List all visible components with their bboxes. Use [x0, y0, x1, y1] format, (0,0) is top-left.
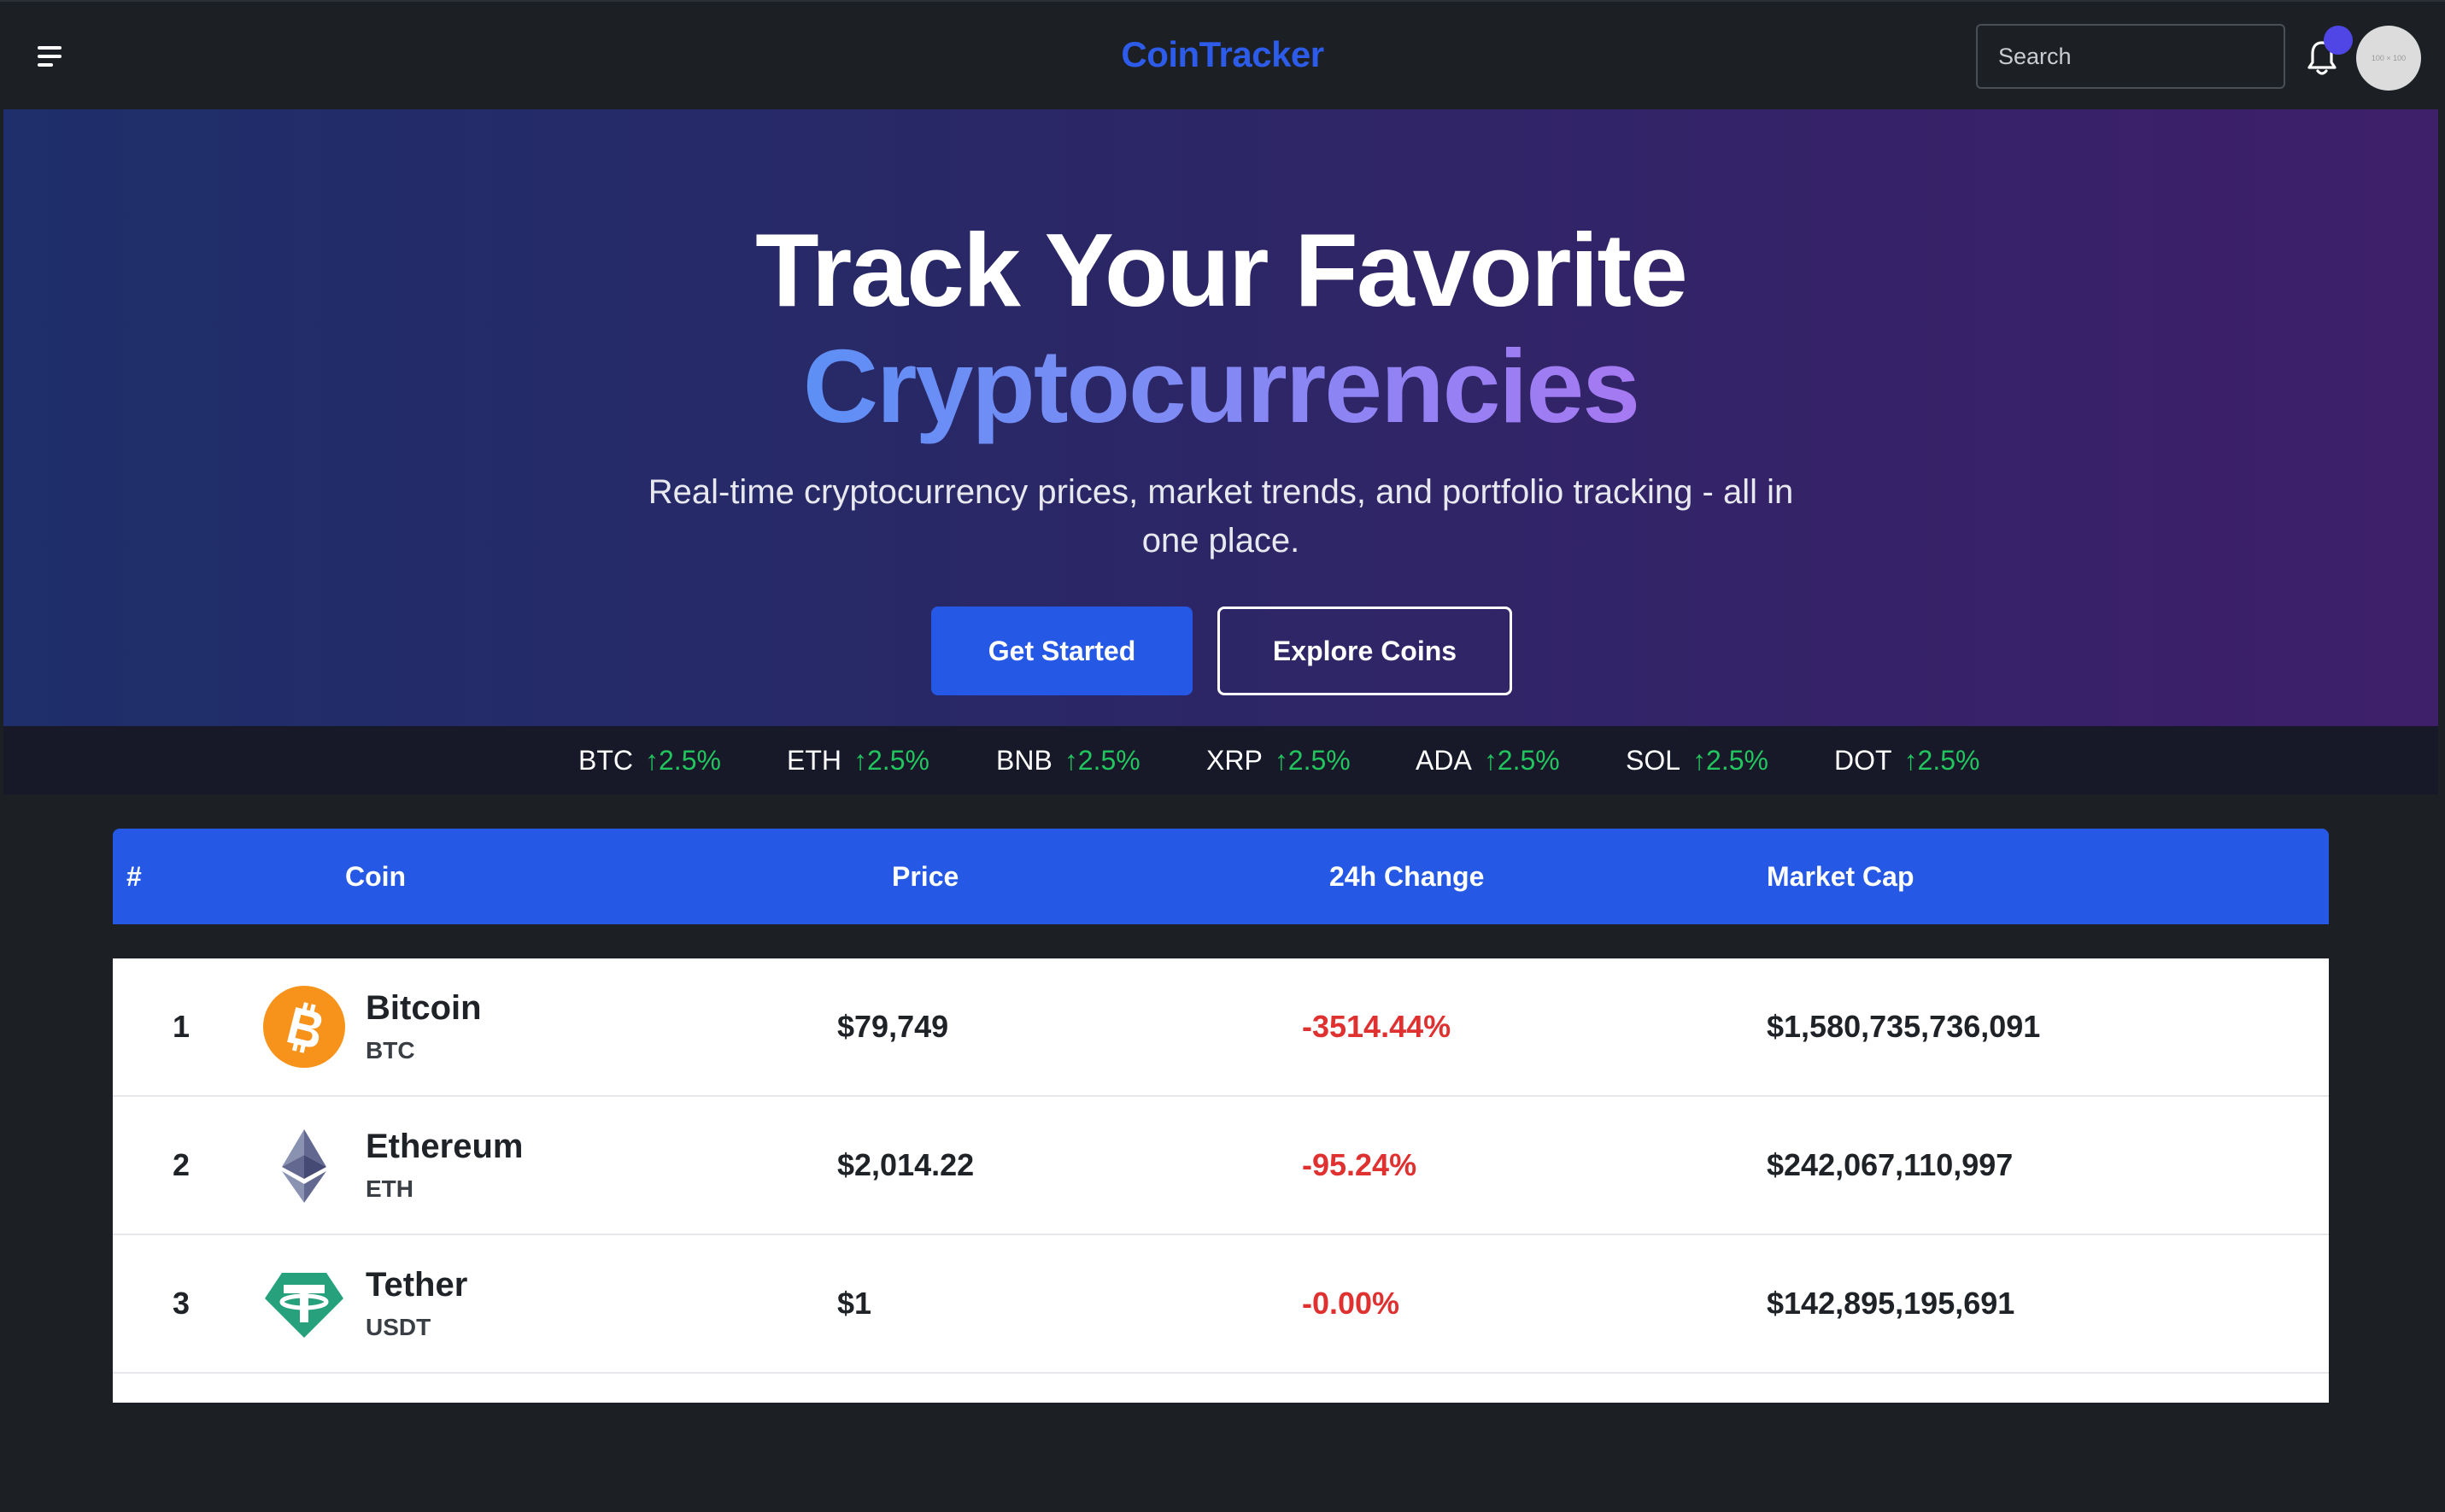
column-header-price[interactable]: Price	[892, 829, 959, 924]
hero-title-line1: Track Your Favorite	[755, 212, 1688, 328]
top-navbar: CoinTracker 100 × 100	[0, 0, 2445, 109]
ticker-item[interactable]: XRP ↑2.5%	[1206, 726, 1351, 794]
ticker-symbol: DOT	[1834, 745, 1892, 776]
ticker-item[interactable]: BNB ↑2.5%	[996, 726, 1140, 794]
table-row[interactable]: 3 Tether USDT $1 -0.00% $142,895,195,691	[113, 1235, 2329, 1374]
bitcoin-icon	[263, 986, 345, 1068]
coin-name: Bitcoin	[366, 989, 482, 1027]
coin-symbol: BTC	[366, 1037, 415, 1064]
coin-table-body: 1 Bitcoin BTC $79,749 -3514.44% $1,580,7…	[113, 958, 2329, 1403]
change-cell: -3514.44%	[1302, 1009, 1451, 1044]
coin-symbol: USDT	[366, 1314, 431, 1340]
price-cell: $1	[837, 1286, 872, 1321]
ticker-item[interactable]: SOL ↑2.5%	[1626, 726, 1768, 794]
hero-subtitle: Real-time cryptocurrency prices, market …	[648, 473, 1794, 560]
avatar-placeholder-text: 100 × 100	[2371, 54, 2407, 62]
ticker-change: ↑2.5%	[1692, 745, 1768, 776]
ethereum-icon	[282, 1129, 326, 1203]
app-logo[interactable]: CoinTracker	[1121, 34, 1324, 74]
ticker-item[interactable]: ETH ↑2.5%	[787, 726, 929, 794]
rank-cell: 1	[173, 1009, 191, 1044]
coin-symbol: ETH	[366, 1175, 413, 1202]
market-cap-cell: $1,580,735,736,091	[1767, 1009, 2041, 1044]
ticker-change: ↑2.5%	[853, 745, 929, 776]
ticker-symbol: SOL	[1626, 745, 1681, 776]
search-input[interactable]	[1976, 24, 2285, 89]
explore-coins-button[interactable]: Explore Coins	[1217, 607, 1512, 695]
ticker-symbol: ETH	[787, 745, 841, 776]
rank-cell: 2	[173, 1147, 191, 1182]
hero-section: Track Your Favorite Cryptocurrencies Rea…	[3, 109, 2438, 794]
column-header-change[interactable]: 24h Change	[1329, 829, 1484, 924]
coin-name: Ethereum	[366, 1128, 524, 1165]
column-header-rank[interactable]: #	[126, 829, 142, 924]
ticker-symbol: ADA	[1416, 745, 1472, 776]
hero-title: Track Your Favorite Cryptocurrencies	[3, 212, 2438, 444]
ticker-symbol: BNB	[996, 745, 1052, 776]
column-header-coin[interactable]: Coin	[345, 829, 406, 924]
hero-title-line2: Cryptocurrencies	[802, 328, 1640, 444]
menu-icon[interactable]	[34, 43, 65, 70]
ticker-change: ↑2.5%	[1064, 745, 1140, 776]
change-cell: -95.24%	[1302, 1147, 1417, 1182]
tether-icon	[265, 1273, 343, 1338]
ticker-change: ↑2.5%	[645, 745, 721, 776]
price-ticker: BTC ↑2.5% ETH ↑2.5% BNB ↑2.5% XRP ↑2.5% ADA ↑…	[3, 726, 2438, 794]
change-cell: -0.00%	[1302, 1286, 1400, 1321]
ticker-item[interactable]: DOT ↑2.5%	[1834, 726, 1979, 794]
ticker-change: ↑2.5%	[1483, 745, 1560, 776]
price-cell: $79,749	[837, 1009, 949, 1044]
ticker-item[interactable]: BTC ↑2.5%	[578, 726, 721, 794]
table-row[interactable]: 2 Ethereum ETH $2,014.22 -95.24% $242,06…	[113, 1097, 2329, 1235]
market-cap-cell: $142,895,195,691	[1767, 1286, 2015, 1321]
column-header-market-cap[interactable]: Market Cap	[1767, 829, 1914, 924]
coin-name: Tether	[366, 1266, 468, 1304]
ticker-change: ↑2.5%	[1274, 745, 1351, 776]
table-row[interactable]	[113, 1374, 2329, 1512]
ticker-change: ↑2.5%	[1903, 745, 1980, 776]
ticker-symbol: XRP	[1206, 745, 1263, 776]
ticker-item[interactable]: ADA ↑2.5%	[1416, 726, 1560, 794]
ticker-symbol: BTC	[578, 745, 633, 776]
table-row[interactable]: 1 Bitcoin BTC $79,749 -3514.44% $1,580,7…	[113, 958, 2329, 1097]
notification-dot	[2324, 26, 2353, 55]
avatar[interactable]: 100 × 100	[2356, 26, 2421, 91]
coin-table-header: # Coin Price 24h Change Market Cap	[113, 829, 2329, 924]
rank-cell: 3	[173, 1286, 191, 1321]
price-cell: $2,014.22	[837, 1147, 975, 1182]
get-started-button[interactable]: Get Started	[931, 607, 1193, 695]
market-cap-cell: $242,067,110,997	[1767, 1147, 2014, 1182]
